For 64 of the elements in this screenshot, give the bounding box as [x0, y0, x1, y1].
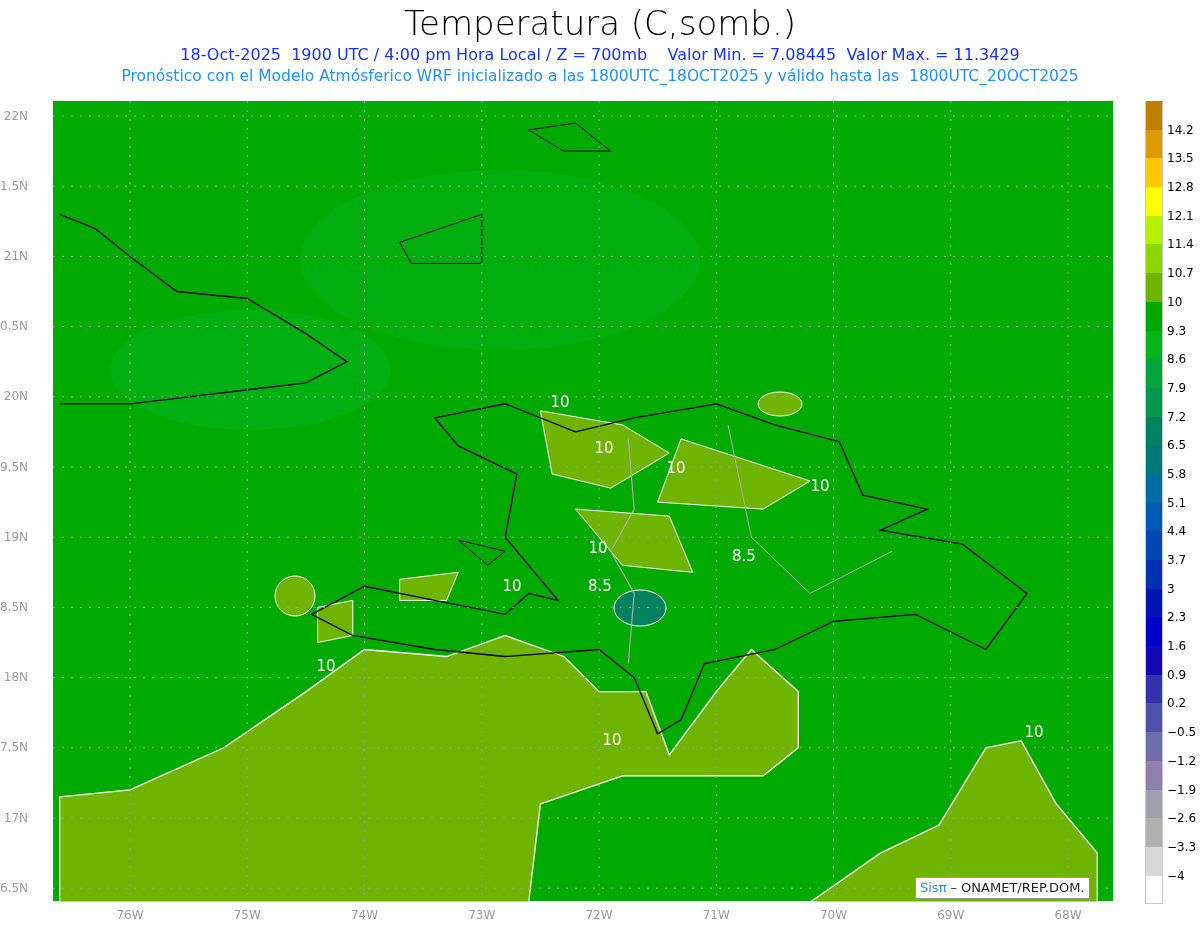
longitude-label: 74W — [350, 907, 379, 922]
model-info: Pronóstico con el Modelo Atmósferico WRF inicializado a las 1800UTC_18OCT2025 y válido hasta las 1800UTC_20OCT2025 — [121, 66, 1079, 86]
latitude-label: 17N — [3, 810, 28, 825]
colorbar-label: 4.4 — [1167, 524, 1187, 539]
contour-label: 10 — [810, 476, 830, 495]
colorbar-label: 12.1 — [1167, 208, 1194, 223]
latitude-label: 21N — [3, 248, 28, 263]
contour-label: 10 — [1024, 722, 1044, 741]
map-title: Temperatura (C,somb.) — [404, 2, 796, 44]
latitude-label: 22N — [3, 108, 28, 123]
latitude-label: 7.5N — [0, 740, 28, 755]
contour-label: 10 — [588, 538, 608, 557]
colorbar-label: 3 — [1167, 581, 1175, 596]
longitude-label: 73W — [468, 907, 496, 922]
colorbar-label: 0.2 — [1167, 696, 1187, 711]
longitude-label: 72W — [585, 907, 613, 922]
colorbar-label: −0.5 — [1167, 725, 1197, 740]
colorbar-label: −1.2 — [1167, 753, 1197, 768]
contour-label: 8.5 — [588, 576, 612, 595]
colorbar-label: 6.5 — [1167, 438, 1187, 453]
colorbar-label: 11.4 — [1167, 237, 1194, 252]
colorbar-label: 7.2 — [1167, 409, 1187, 424]
colorbar-label: 10 — [1167, 294, 1183, 309]
latitude-label: 8.5N — [0, 599, 28, 614]
contour-label: 10 — [502, 576, 522, 595]
colorbar-label: 3.7 — [1167, 553, 1187, 567]
colorbar-label: −2.6 — [1167, 811, 1197, 826]
colorbar-label: 8.6 — [1167, 352, 1187, 367]
contour-label: 10 — [666, 458, 686, 477]
longitude-label: 68W — [1054, 907, 1082, 922]
longitude-label: 75W — [233, 907, 261, 922]
colorbar-label: 9.3 — [1167, 323, 1187, 338]
contour-label: 10 — [602, 730, 622, 749]
colorbar-label: −1.9 — [1167, 782, 1197, 797]
latitude-label: 9.5N — [0, 459, 28, 474]
latitude-label: 19N — [3, 529, 28, 544]
contour-label: 10 — [550, 392, 570, 411]
colorbar-label: 13.5 — [1167, 151, 1194, 166]
latitude-label: 18N — [3, 670, 28, 685]
colorbar-label: 5.1 — [1167, 495, 1187, 510]
colorbar-label: 14.2 — [1167, 122, 1194, 137]
latitude-label: 20N — [3, 389, 28, 404]
longitude-label: 76W — [116, 907, 144, 922]
colorbar-label: 0.9 — [1167, 667, 1187, 682]
forecast-info: 18-Oct-2025 1900 UTC / 4:00 pm Hora Local / Z = 700mb Valor Min. = 7.08445 Valor Max. = 11.3429 — [180, 44, 1020, 66]
contour-label: 10 — [594, 438, 614, 457]
colorbar-label: −3.3 — [1167, 839, 1197, 854]
colorbar-label: 7.9 — [1167, 380, 1187, 395]
colorbar-label: −4 — [1167, 868, 1185, 883]
credit-text: – ONAMET/REP.DOM. — [950, 879, 1085, 898]
colorbar-label: 5.8 — [1167, 466, 1187, 481]
longitude-label: 69W — [937, 907, 965, 922]
longitude-label: 70W — [819, 907, 848, 922]
colorbar-label: 1.6 — [1167, 639, 1187, 654]
latitude-label: 6.5N — [0, 880, 28, 895]
latitude-label: 0.5N — [0, 319, 28, 334]
contour-label: 8.5 — [732, 546, 756, 565]
contour-label: 10 — [316, 656, 336, 675]
colorbar-label: 10.7 — [1167, 266, 1194, 281]
colorbar-label: 2.3 — [1167, 610, 1187, 625]
longitude-label: 71W — [702, 907, 730, 922]
credit-brand: Sisπ — [920, 879, 947, 898]
colorbar-label: 12.8 — [1167, 180, 1194, 195]
latitude-label: 1.5N — [0, 178, 28, 193]
